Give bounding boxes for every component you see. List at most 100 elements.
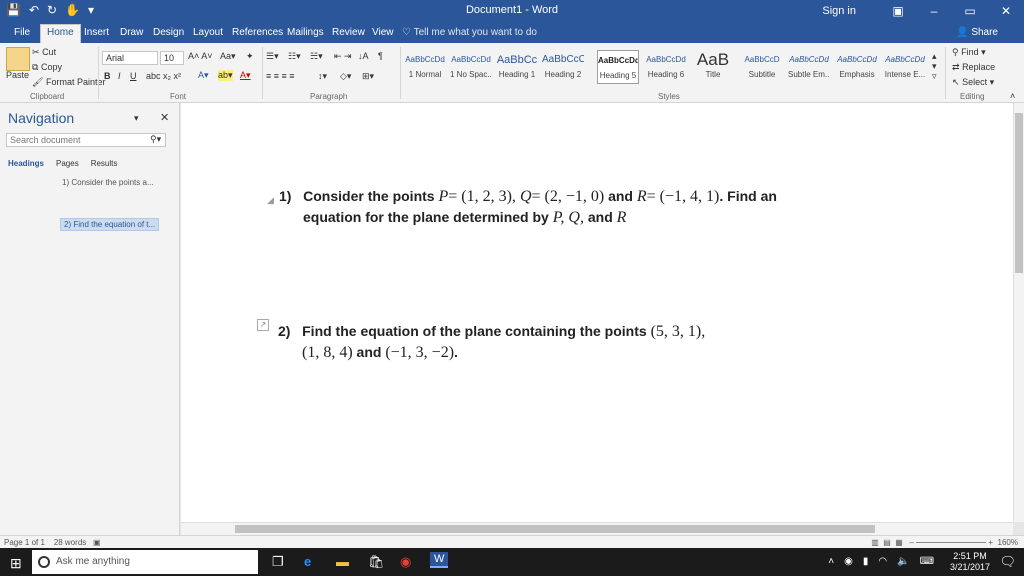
tab-draw[interactable]: Draw [114, 25, 149, 40]
bullets-icon[interactable]: ☰▾ [266, 51, 279, 62]
edge-icon[interactable]: e [304, 554, 311, 569]
page-count[interactable]: Page 1 of 1 [4, 538, 45, 547]
text-effects-icon[interactable]: A▾ [198, 70, 209, 81]
font-size-box[interactable]: 10 [160, 51, 184, 65]
nav-tab-results[interactable]: Results [91, 159, 118, 168]
tab-mailings[interactable]: Mailings [281, 25, 330, 40]
style-heading-6[interactable]: AaBbCcDd Heading 6 [645, 50, 687, 84]
replace-button[interactable]: ⇄ Replace [952, 62, 995, 73]
find-button[interactable]: ⚲ Find ▾ [952, 47, 986, 58]
share-button[interactable]: 👤 Share [956, 27, 998, 38]
numbering-icon[interactable]: ☷▾ [288, 51, 301, 62]
style-heading-5[interactable]: AaBbCcDd Heading 5 [597, 50, 639, 84]
tab-file[interactable]: File [8, 25, 36, 40]
grow-font-icon[interactable]: A˄ A˅ [188, 51, 213, 61]
battery-icon[interactable]: ▮ [863, 556, 869, 567]
paste-button[interactable]: Paste [6, 70, 29, 80]
document-page[interactable]: ◢ 1) Consider the points P= (1, 2, 3), Q… [181, 103, 1013, 522]
tab-references[interactable]: References [226, 25, 289, 40]
microphone-icon[interactable]: 🎙 [244, 554, 261, 570]
style-normal[interactable]: AaBbCcDd 1 Normal [404, 50, 446, 84]
style-heading-2[interactable]: AaBbCcC Heading 2 [542, 50, 584, 84]
shading-icon[interactable]: ◇▾ [340, 71, 351, 82]
highlight-icon[interactable]: ab▾ [218, 70, 233, 81]
zoom-in-icon[interactable]: + [988, 538, 993, 547]
copy-button[interactable]: ⧉ Copy [32, 62, 62, 73]
font-name-box[interactable]: Arial [102, 51, 158, 65]
restore-button[interactable]: ▭ [952, 4, 988, 18]
sort-icon[interactable]: ↓A [358, 51, 369, 61]
word-count[interactable]: 28 words [54, 538, 86, 547]
pilcrow-icon[interactable]: ¶ [378, 51, 383, 61]
cortana-search-box[interactable]: Ask me anything [32, 550, 258, 574]
tab-layout[interactable]: Layout [187, 25, 229, 40]
tab-view[interactable]: View [366, 25, 400, 40]
style-title[interactable]: AaB Title [692, 50, 734, 84]
line-spacing-icon[interactable]: ↕▾ [318, 71, 327, 82]
zoom-out-icon[interactable]: – [909, 538, 913, 547]
layout-options-icon[interactable]: ↗ [257, 319, 269, 331]
scroll-thumb[interactable] [1015, 113, 1023, 273]
question-1[interactable]: 1) Consider the points P= (1, 2, 3), Q= … [279, 186, 879, 228]
word-taskbar-icon[interactable]: W [430, 552, 449, 568]
tab-review[interactable]: Review [326, 25, 371, 40]
select-button[interactable]: ↖ Select ▾ [952, 77, 994, 88]
chrome-icon[interactable]: ◉ [400, 554, 411, 570]
proofing-icon[interactable]: ▣ [93, 538, 101, 547]
windows-start-icon[interactable]: ⊞ [10, 555, 22, 572]
sign-in-link[interactable]: Sign in [822, 5, 856, 17]
style-subtle-emphasis[interactable]: AaBbCcDd Subtle Em... [788, 50, 830, 84]
collapse-ribbon-icon[interactable]: ˄ [1010, 91, 1015, 101]
bold-button[interactable]: B [104, 71, 111, 81]
style-heading-1[interactable]: AaBbCc Heading 1 [496, 50, 538, 84]
borders-icon[interactable]: ⊞▾ [362, 71, 374, 82]
tab-design[interactable]: Design [147, 25, 190, 40]
file-explorer-icon[interactable]: ▬ [336, 554, 349, 569]
align-icons[interactable]: ≡ ≡ ≡ ≡ [266, 71, 295, 81]
nav-heading-item[interactable]: 1) Consider the points a... [62, 178, 154, 187]
nav-close-icon[interactable]: ✕ [160, 111, 169, 124]
nav-options-icon[interactable]: ▾ [134, 113, 139, 124]
task-view-icon[interactable]: ❐ [272, 554, 284, 570]
strikethrough-button[interactable]: abc x₂ x² [146, 71, 181, 81]
multilevel-icon[interactable]: ☵▾ [310, 51, 323, 62]
underline-button[interactable]: U [130, 71, 137, 81]
notifications-icon[interactable]: 🗨 [999, 554, 1016, 570]
close-button[interactable]: ✕ [988, 4, 1024, 18]
volume-icon[interactable]: 🔈 [897, 556, 909, 567]
nav-tab-pages[interactable]: Pages [56, 159, 79, 168]
zoom-slider[interactable] [916, 542, 987, 544]
tab-home[interactable]: Home [40, 24, 81, 43]
chrome-tray-icon[interactable]: ◉ [844, 556, 853, 567]
style-subtitle[interactable]: AaBbCcD Subtitle [741, 50, 783, 84]
font-color-icon[interactable]: A▾ [240, 70, 251, 81]
format-painter-button[interactable]: 🖌 Format Painter [32, 77, 105, 88]
style-no-spacing[interactable]: AaBbCcDd 1 No Spac... [450, 50, 492, 84]
nav-heading-item[interactable]: 2) Find the equation of t... [60, 218, 160, 231]
show-hidden-icons[interactable]: ˄ [828, 556, 834, 567]
web-layout-icon[interactable]: ▦ [895, 538, 903, 547]
ribbon-display-options-icon[interactable]: ▣ [880, 4, 916, 18]
clock[interactable]: 2:51 PM 3/21/2017 [950, 551, 990, 573]
horizontal-scrollbar[interactable] [181, 522, 1013, 535]
tab-insert[interactable]: Insert [78, 25, 115, 40]
question-2[interactable]: 2) Find the equation of the plane contai… [278, 321, 878, 363]
style-emphasis[interactable]: AaBbCcDd Emphasis [836, 50, 878, 84]
style-intense-emphasis[interactable]: AaBbCcDd Intense E... [884, 50, 926, 84]
scroll-thumb[interactable] [235, 525, 875, 533]
change-case-icon[interactable]: Aa▾ [220, 51, 236, 62]
vertical-scrollbar[interactable] [1013, 103, 1024, 522]
wifi-icon[interactable]: ◠ [878, 556, 887, 567]
search-input[interactable]: Search document [6, 133, 166, 147]
styles-scroll-icon[interactable]: ▴ ▾ ▿ [932, 51, 937, 81]
paste-icon[interactable] [6, 47, 30, 71]
cut-button[interactable]: ✂ Cut [32, 47, 56, 58]
tell-me-box[interactable]: ♡ Tell me what you want to do [402, 27, 537, 38]
zoom-level[interactable]: 160% [998, 538, 1018, 547]
minimize-button[interactable]: – [916, 4, 952, 18]
clear-format-icon[interactable]: ✦ [246, 51, 254, 62]
italic-button[interactable]: I [118, 71, 121, 81]
search-icon[interactable]: ⚲▾ [150, 134, 161, 145]
indent-icons[interactable]: ⇤ ⇥ [334, 51, 352, 62]
print-layout-icon[interactable]: ▤ [883, 538, 891, 547]
